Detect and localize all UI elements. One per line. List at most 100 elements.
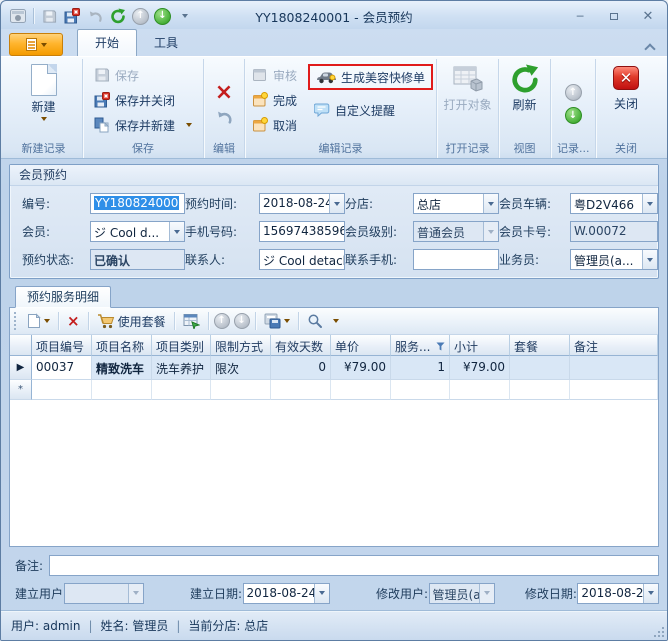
next-record-icon[interactable]: ↓ <box>565 107 582 124</box>
new-button[interactable]: 新建 <box>23 61 65 122</box>
cell-unit-price[interactable]: ¥79.00 <box>331 356 391 380</box>
row-up-icon[interactable]: ↑ <box>214 313 230 329</box>
refresh-icon[interactable] <box>109 7 127 25</box>
move-down-icon[interactable]: ↓ <box>154 8 171 25</box>
refresh-button[interactable]: 刷新 <box>502 61 548 114</box>
column-header[interactable]: 限制方式 <box>211 335 271 356</box>
cancel-button[interactable]: 取消 <box>248 114 304 136</box>
branch-combo[interactable]: 总店 <box>413 193 499 214</box>
group-label: 视图 <box>502 141 547 158</box>
audit-button[interactable]: 审核 <box>248 64 304 86</box>
ribbon-group-records: ↑ ↓ 记录... <box>551 59 596 158</box>
column-header[interactable]: 服务... <box>391 335 450 356</box>
open-object-button[interactable]: 打开对象 <box>436 61 500 114</box>
column-header[interactable]: 单价 <box>331 335 391 356</box>
field-label-member: 会员: <box>22 216 90 240</box>
save-button[interactable]: 保存 <box>90 64 196 86</box>
status-bar: 用户: admin | 姓名: 管理员 | 当前分店: 总店 <box>1 610 667 640</box>
cell-subtotal[interactable]: ¥79.00 <box>450 356 510 380</box>
resize-grip[interactable] <box>654 627 664 637</box>
column-header[interactable]: 备注 <box>570 335 658 356</box>
close-x-icon: ✕ <box>613 66 639 90</box>
previous-record-icon[interactable]: ↑ <box>565 84 582 101</box>
app-icon[interactable] <box>9 7 27 25</box>
create-date-combo[interactable]: 2018-08-24 <box>243 583 331 604</box>
member-combo[interactable]: ジ Cool d... <box>90 221 185 242</box>
column-header[interactable]: 套餐 <box>510 335 570 356</box>
maximize-button[interactable] <box>601 9 627 24</box>
column-header[interactable]: 项目名称 <box>92 335 152 356</box>
export-button[interactable] <box>261 310 293 332</box>
cell-limit-method[interactable]: 限次 <box>211 356 271 380</box>
toolbar-grip[interactable] <box>14 312 18 330</box>
dropdown-button[interactable] <box>643 584 658 603</box>
save-icon[interactable] <box>40 7 58 25</box>
add-detail-button[interactable] <box>24 310 53 332</box>
cell-item-category[interactable]: 洗车养护 <box>152 356 211 380</box>
ribbon-tab-row: 开始 工具 <box>1 29 667 56</box>
dropdown-button[interactable] <box>314 584 329 603</box>
contact-phone-input[interactable] <box>413 249 499 270</box>
tab-service-detail[interactable]: 预约服务明细 <box>15 286 111 308</box>
dropdown-button[interactable] <box>642 250 657 269</box>
modify-date-combo[interactable]: 2018-08-24 <box>577 583 659 604</box>
search-button[interactable] <box>304 310 326 332</box>
ribbon-group-close: ✕ 关闭 关闭 <box>596 59 656 158</box>
undo-arrow-icon[interactable] <box>216 110 233 125</box>
use-package-button[interactable]: 使用套餐 <box>94 310 169 332</box>
row-down-icon[interactable]: ↓ <box>234 313 250 329</box>
qat-customize-icon[interactable] <box>176 7 194 25</box>
grid-data-row[interactable]: ▶ 00037 精致洗车 洗车养护 限次 0 ¥79.00 1 ¥79.00 <box>10 356 658 380</box>
contact-input[interactable]: ジ Cool detachr <box>259 249 345 270</box>
phone-input[interactable]: 15697438596 <box>259 221 345 242</box>
cell-package[interactable] <box>510 356 570 380</box>
move-up-icon[interactable]: ↑ <box>132 8 149 25</box>
detail-toolbar: × 使用套餐 ↑ ↓ <box>10 308 658 335</box>
undo-icon[interactable] <box>86 7 104 25</box>
custom-reminder-button[interactable]: 自定义提醒 <box>310 99 433 121</box>
complete-icon <box>252 92 268 108</box>
complete-button[interactable]: 完成 <box>248 89 304 111</box>
tab-start[interactable]: 开始 <box>77 29 137 56</box>
delete-detail-button[interactable]: × <box>64 310 83 332</box>
delete-x-icon[interactable]: × <box>215 83 233 103</box>
close-button[interactable]: ✕ <box>635 9 661 24</box>
chevron-down-icon <box>44 319 50 323</box>
cell-item-name[interactable]: 精致洗车 <box>92 356 152 380</box>
dropdown-button[interactable] <box>169 222 184 241</box>
cell-valid-days[interactable]: 0 <box>271 356 331 380</box>
appointment-date-combo[interactable]: 2018-08-24 <box>259 193 345 214</box>
minimize-button[interactable]: ─ <box>567 9 593 24</box>
dropdown-button[interactable] <box>483 194 498 213</box>
dropdown-button[interactable] <box>329 194 344 213</box>
divider <box>298 312 299 330</box>
status-user: 用户: admin <box>11 617 80 634</box>
member-vehicle-combo[interactable]: 粤D2V466 <box>570 193 658 214</box>
close-window-button[interactable]: ✕ 关闭 <box>605 61 647 113</box>
divider <box>58 312 59 330</box>
remark-input[interactable] <box>49 555 659 576</box>
grid-new-row[interactable]: * <box>10 380 658 400</box>
filter-icon[interactable] <box>436 342 445 351</box>
cell-service-count[interactable]: 1 <box>391 356 450 380</box>
application-menu-button[interactable] <box>9 33 63 56</box>
salesman-combo[interactable]: 管理员(a... <box>570 249 658 270</box>
audit-icon <box>252 67 268 83</box>
cell-remark[interactable] <box>570 356 658 380</box>
toolbar-overflow-button[interactable] <box>330 310 342 332</box>
save-new-button[interactable]: 保存并新建 <box>90 114 196 136</box>
collapse-ribbon-icon[interactable] <box>645 44 655 50</box>
dropdown-button[interactable] <box>642 194 657 213</box>
cell-item-no[interactable]: 00037 <box>32 356 92 380</box>
column-header[interactable]: 项目类别 <box>152 335 211 356</box>
save-close-icon[interactable] <box>63 7 81 25</box>
tab-tools[interactable]: 工具 <box>137 30 195 56</box>
generate-beauty-repair-order-button[interactable]: 生成美容快修单 <box>308 64 433 90</box>
column-header[interactable]: 项目编号 <box>32 335 92 356</box>
batch-select-button[interactable] <box>180 310 203 332</box>
create-date-label: 建立日期: <box>190 585 243 602</box>
save-close-button[interactable]: 保存并关闭 <box>90 89 196 111</box>
column-header[interactable]: 小计 <box>450 335 510 356</box>
appointment-no-input[interactable]: YY180824000 <box>90 193 185 214</box>
column-header[interactable]: 有效天数 <box>271 335 331 356</box>
